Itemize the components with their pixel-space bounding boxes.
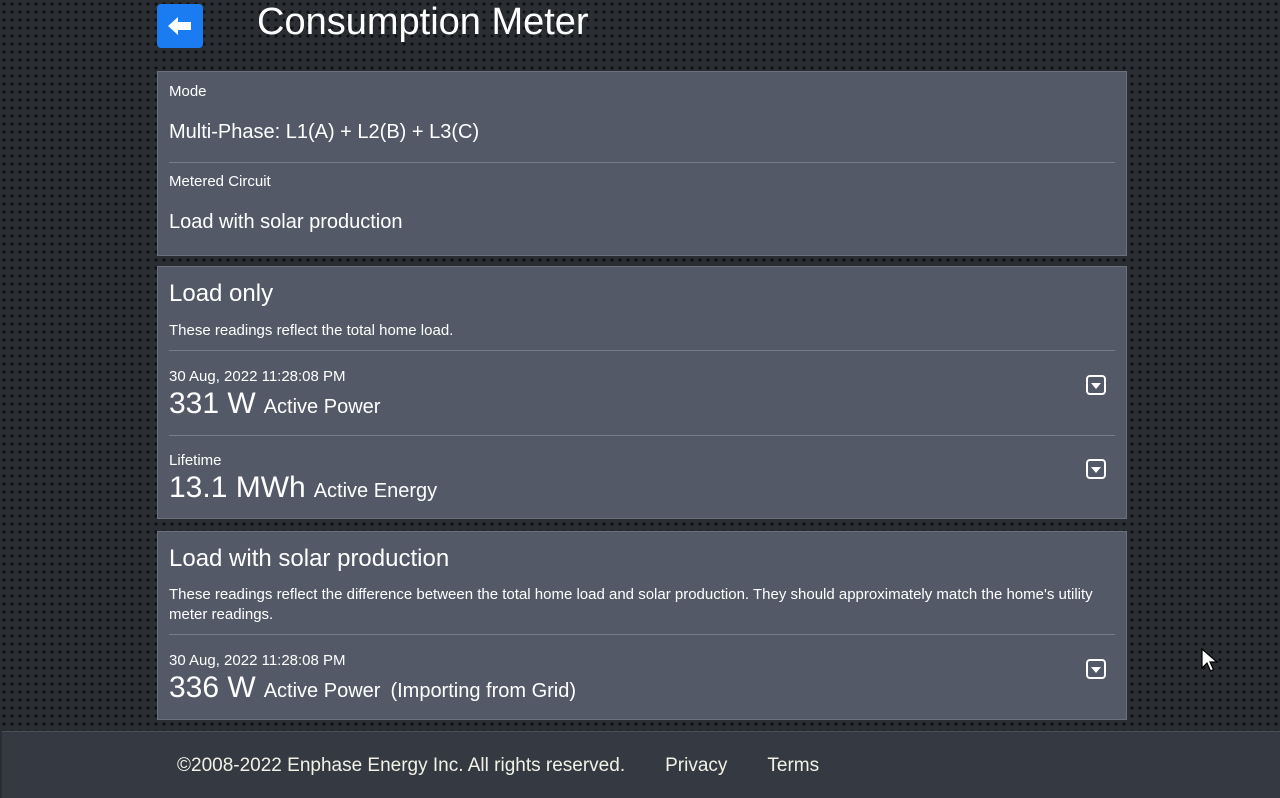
reading-label: Active Energy [313, 480, 438, 502]
metered-circuit-label: Metered Circuit [169, 173, 271, 190]
load-only-panel: Load only These readings reflect the tot… [157, 266, 1127, 519]
privacy-link[interactable]: Privacy [665, 755, 727, 777]
mouse-pointer-icon [1201, 648, 1219, 672]
back-button[interactable] [157, 4, 203, 48]
section-title: Load only [169, 280, 274, 307]
reading-caption: Lifetime [169, 452, 222, 469]
reading-value: 13.1 MWh [169, 471, 306, 504]
copyright-text: ©2008-2022 Enphase Energy Inc. All right… [177, 754, 626, 776]
reading-timestamp: 30 Aug, 2022 11:28:08 PM [169, 652, 346, 669]
active-power-reading: 30 Aug, 2022 11:28:08 PM 336 W Active Po… [169, 635, 1115, 705]
section-description: These readings reflect the total home lo… [169, 322, 454, 339]
page-header: Consumption Meter [157, 0, 1129, 56]
section-title: Load with solar production [169, 545, 450, 572]
section-description: These readings reflect the difference be… [169, 586, 1093, 623]
footer: ©2008-2022 Enphase Energy Inc. All right… [2, 731, 1280, 798]
terms-link[interactable]: Terms [767, 755, 819, 777]
load-with-solar-panel: Load with solar production These reading… [157, 531, 1127, 720]
expand-toggle-icon[interactable] [1086, 459, 1106, 479]
metered-circuit-value: Load with solar production [169, 211, 403, 233]
meter-info-panel: Mode Multi-Phase: L1(A) + L2(B) + L3(C) … [157, 71, 1127, 256]
expand-toggle-icon[interactable] [1086, 375, 1106, 395]
arrow-left-icon [168, 17, 191, 35]
reading-label: Active Power [263, 680, 381, 702]
active-power-reading: 30 Aug, 2022 11:28:08 PM 331 W Active Po… [169, 351, 1115, 435]
reading-value: 336 W [169, 671, 256, 704]
grid-status-note: (Importing from Grid) [390, 680, 577, 702]
reading-label: Active Power [263, 396, 381, 418]
page-title: Consumption Meter [257, 1, 589, 43]
expand-toggle-icon[interactable] [1086, 659, 1106, 679]
reading-value: 331 W [169, 387, 256, 420]
mode-label: Mode [169, 83, 207, 100]
mode-value: Multi-Phase: L1(A) + L2(B) + L3(C) [169, 121, 480, 143]
reading-timestamp: 30 Aug, 2022 11:28:08 PM [169, 368, 346, 385]
active-energy-reading: Lifetime 13.1 MWh Active Energy [169, 436, 1115, 505]
